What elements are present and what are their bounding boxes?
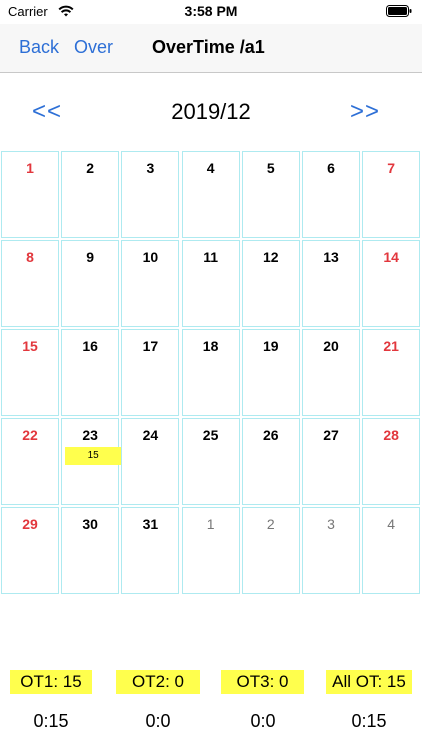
calendar-day-cell[interactable]: 11: [181, 240, 240, 327]
calendar-day-cell[interactable]: 16: [61, 329, 120, 416]
calendar-day-cell[interactable]: 10: [121, 240, 180, 327]
ot1-value: 0:15: [33, 711, 69, 731]
day-number: 5: [266, 160, 275, 176]
calendar-day-cell[interactable]: 8: [1, 240, 59, 327]
over-button[interactable]: Over: [74, 37, 113, 58]
day-number: 10: [142, 249, 159, 265]
day-number: 12: [263, 249, 279, 265]
calendar-day-cell[interactable]: 30: [61, 507, 120, 594]
calendar-day-cell[interactable]: 18: [181, 329, 240, 416]
calendar-day-cell[interactable]: 3: [121, 151, 180, 238]
day-number: 3: [327, 516, 335, 532]
calendar-day-cell[interactable]: 26: [241, 418, 300, 505]
day-number: 3: [146, 160, 155, 176]
day-number: 26: [263, 427, 279, 443]
day-number: 20: [323, 338, 339, 354]
ot3-value: 0:0: [250, 711, 276, 731]
day-number: 19: [263, 338, 279, 354]
all-ot-value: 0:15: [351, 711, 387, 731]
day-number: 18: [202, 338, 219, 354]
calendar-day-cell[interactable]: 24: [121, 418, 180, 505]
calendar-day-cell[interactable]: 31: [121, 507, 180, 594]
navigation-bar: Back Over OverTime /a1: [0, 24, 422, 73]
day-number: 22: [22, 427, 38, 443]
calendar-day-cell[interactable]: 15: [1, 329, 59, 416]
status-time: 3:58 PM: [184, 3, 238, 19]
calendar-day-cell[interactable]: 9: [61, 240, 120, 327]
calendar-day-cell[interactable]: 12: [241, 240, 300, 327]
all-ot-label: All OT: 15: [326, 670, 412, 694]
day-number: 1: [206, 516, 215, 532]
day-number: 29: [22, 516, 38, 532]
day-number: 13: [323, 249, 339, 265]
calendar-day-cell[interactable]: 2: [61, 151, 120, 238]
day-number: 16: [82, 338, 98, 354]
day-number: 2: [86, 160, 95, 176]
calendar-day-cell[interactable]: 5: [241, 151, 300, 238]
battery-icon: [386, 5, 412, 17]
page-title: OverTime /a1: [152, 37, 265, 57]
calendar-day-cell[interactable]: 14: [362, 240, 421, 327]
day-number: 4: [387, 516, 396, 532]
calendar-day-cell[interactable]: 21: [362, 329, 421, 416]
calendar-day-cell[interactable]: 17: [121, 329, 180, 416]
calendar-day-cell[interactable]: 3: [302, 507, 360, 594]
day-number: 15: [22, 338, 38, 354]
calendar-day-cell[interactable]: 13: [302, 240, 360, 327]
ot3-label: OT3: 0: [221, 670, 304, 694]
calendar-day-cell[interactable]: 27: [302, 418, 360, 505]
day-number: 6: [327, 160, 335, 176]
day-number: 31: [142, 516, 159, 532]
overtime-badge: 15: [65, 447, 122, 465]
day-number: 17: [142, 338, 159, 354]
ot2-label: OT2: 0: [116, 670, 200, 694]
calendar-day-cell[interactable]: 1: [1, 151, 59, 238]
calendar-day-cell[interactable]: 7: [362, 151, 421, 238]
calendar-day-cell[interactable]: 19: [241, 329, 300, 416]
back-button[interactable]: Back: [19, 37, 59, 58]
calendar-day-cell[interactable]: 1: [181, 507, 240, 594]
day-number: 25: [202, 427, 219, 443]
day-number: 8: [26, 249, 34, 265]
calendar-day-cell[interactable]: 2: [241, 507, 300, 594]
day-number: 1: [26, 160, 34, 176]
ot2-value: 0:0: [145, 711, 171, 731]
calendar-day-cell[interactable]: 4: [362, 507, 421, 594]
calendar-day-cell[interactable]: 6: [302, 151, 360, 238]
day-number: 11: [203, 249, 218, 265]
day-number: 2: [266, 516, 275, 532]
calendar-day-cell[interactable]: 4: [181, 151, 240, 238]
ot1-label: OT1: 15: [10, 670, 92, 694]
day-number: 14: [383, 249, 399, 265]
calendar-day-cell[interactable]: 22: [1, 418, 59, 505]
day-number: 4: [206, 160, 215, 176]
day-number: 24: [142, 427, 159, 443]
day-number: 7: [387, 160, 396, 176]
calendar-day-cell[interactable]: 25: [181, 418, 240, 505]
calendar-day-cell[interactable]: 29: [1, 507, 59, 594]
day-number: 9: [86, 249, 95, 265]
day-number: 27: [323, 427, 339, 443]
day-number: 23: [82, 427, 98, 443]
day-number: 28: [383, 427, 399, 443]
next-month-button[interactable]: >>: [350, 98, 380, 126]
calendar-day-cell[interactable]: 23 15: [61, 418, 122, 505]
day-number: 21: [383, 338, 399, 354]
calendar-day-cell[interactable]: 28: [362, 418, 421, 505]
calendar-grid: 1 2 3 4 5 6 7 8 9 10 11 12 13 14 15 16 17 18 19 20 21 22 23 15 2…: [0, 150, 422, 595]
calendar-day-cell[interactable]: 20: [302, 329, 360, 416]
status-bar: Carrier 3:58 PM: [0, 0, 422, 24]
day-number: 30: [82, 516, 98, 532]
